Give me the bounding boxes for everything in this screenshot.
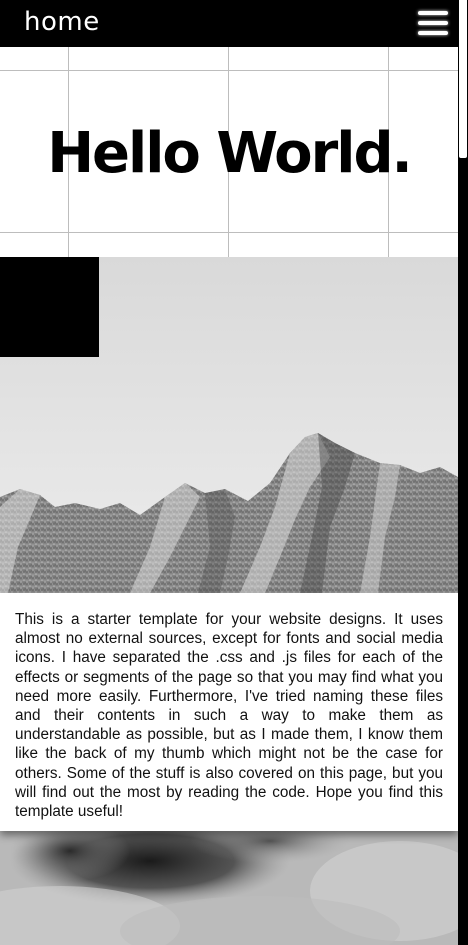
hero-title: Hello World. xyxy=(47,121,413,186)
hero-section: Hello World. xyxy=(0,47,458,257)
scrollbar-thumb[interactable] xyxy=(459,0,467,158)
hamburger-menu-icon[interactable] xyxy=(418,9,448,37)
navbar: home xyxy=(0,0,458,47)
intro-paragraph: This is a starter template for your webs… xyxy=(15,611,443,821)
fog-image xyxy=(0,831,458,945)
decorative-black-square xyxy=(0,257,99,357)
menu-bar-middle xyxy=(418,21,448,25)
menu-bar-top xyxy=(418,11,448,15)
menu-bar-bottom xyxy=(418,31,448,35)
page: home Hello World. This is a starter temp… xyxy=(0,0,468,945)
intro-card: This is a starter template for your webs… xyxy=(0,593,458,831)
home-link[interactable]: home xyxy=(24,5,100,39)
